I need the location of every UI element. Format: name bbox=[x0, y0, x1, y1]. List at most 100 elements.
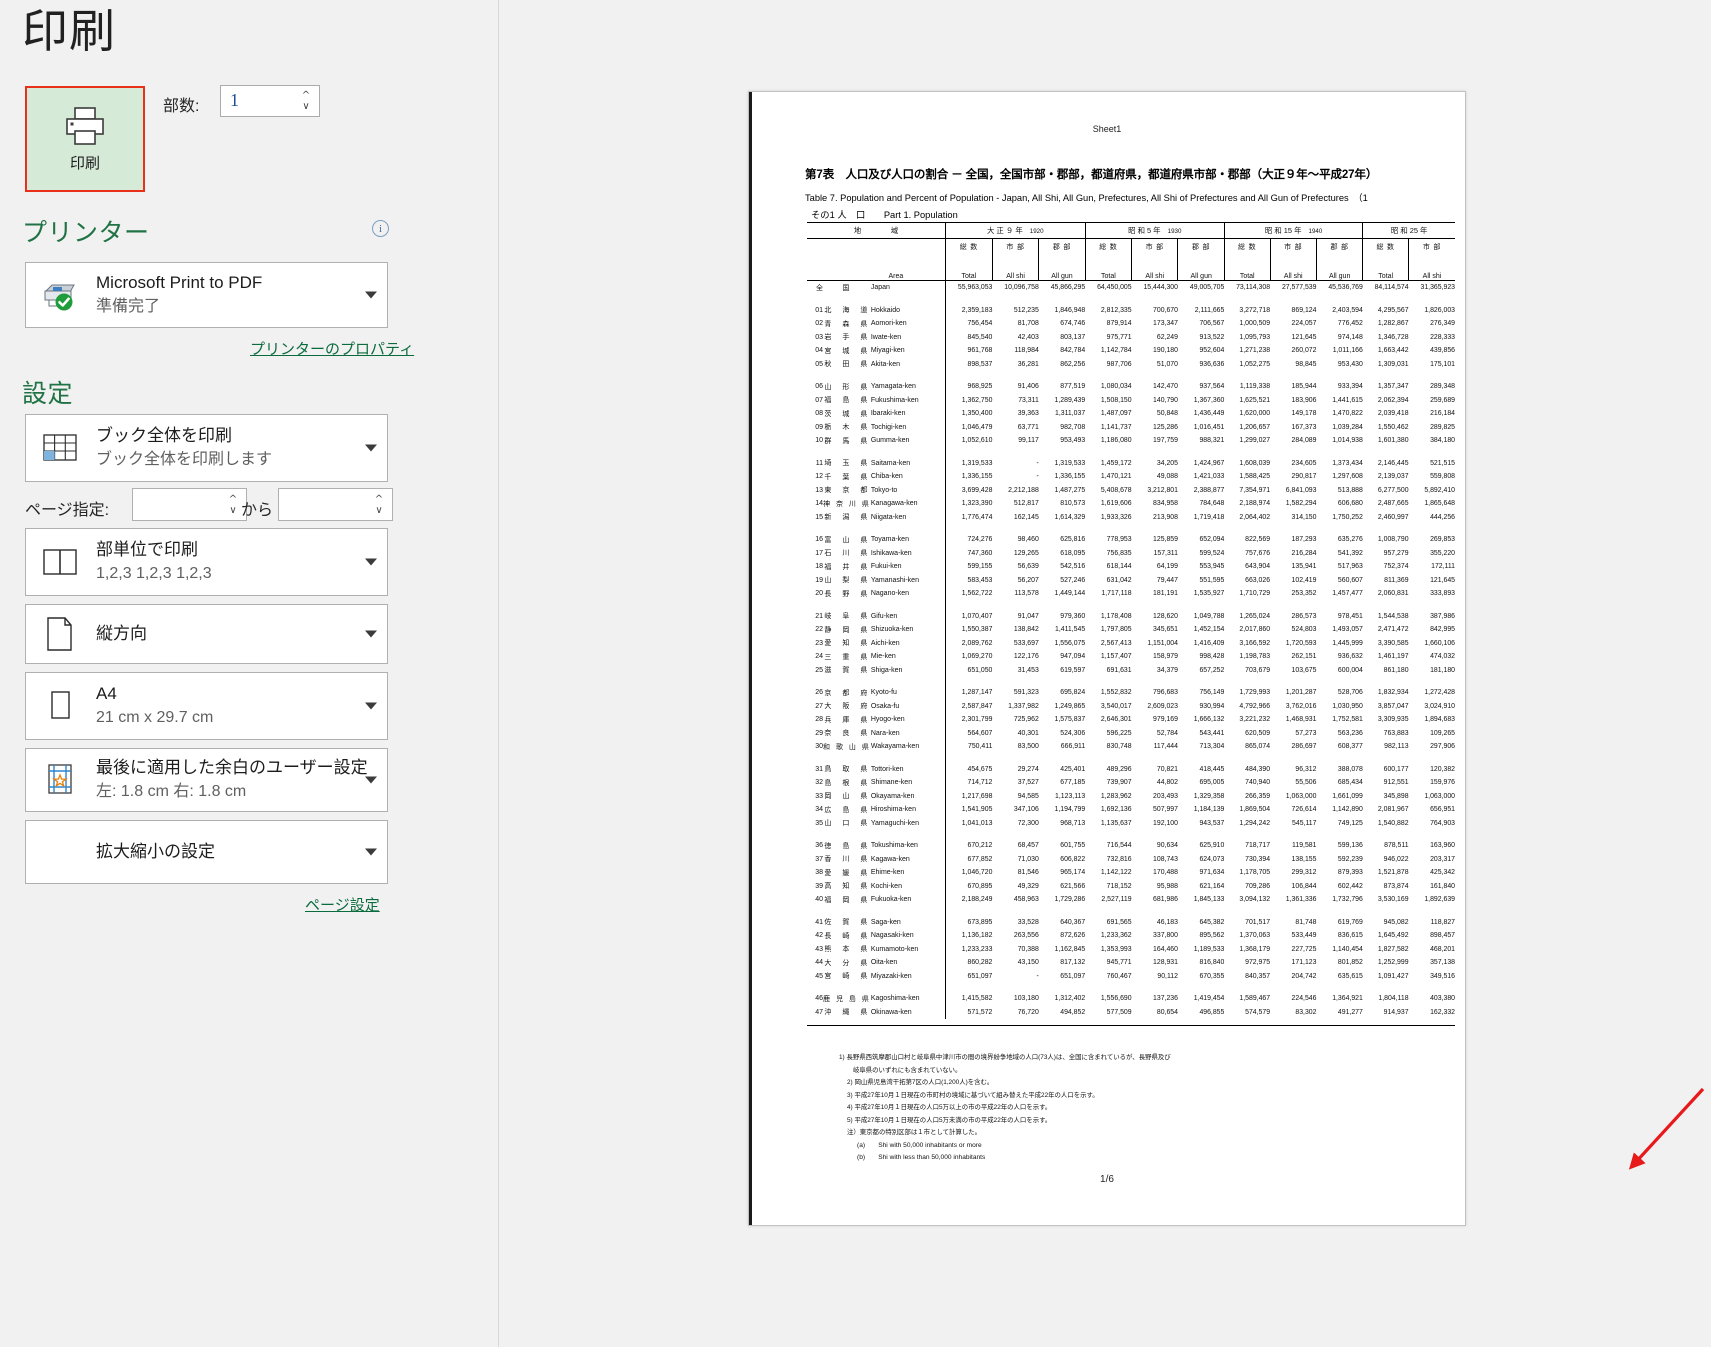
copies-decrement-icon[interactable]: ∨ bbox=[302, 101, 309, 112]
collate-select[interactable]: 部単位で印刷 1,2,3 1,2,3 1,2,3 bbox=[25, 528, 388, 596]
table-header-year-row: 地 域 大 正 ９ 年 1920 昭 和 5 年 1930 昭 和 15 年 1… bbox=[807, 222, 1455, 239]
row-value: 121,645 bbox=[1291, 333, 1317, 341]
row-value: 3,221,232 bbox=[1239, 716, 1271, 724]
table-row: 23 愛 知 県 Aichi-ken 2,089,762 533,697 1,556,07… bbox=[807, 636, 1455, 650]
page-range-from-input[interactable]: ^ ∨ bbox=[132, 488, 247, 521]
row-value: 764,903 bbox=[1430, 819, 1455, 827]
row-value: 656,951 bbox=[1430, 806, 1455, 814]
sub-jp-3-1: 市 部 bbox=[1408, 238, 1455, 254]
row-value: 197,759 bbox=[1153, 437, 1178, 445]
row-value: 695,005 bbox=[1199, 779, 1225, 787]
page-range-to-input[interactable]: ^ ∨ bbox=[278, 488, 393, 521]
row-value: 1,140,454 bbox=[1332, 945, 1363, 953]
row-value: 337,800 bbox=[1153, 932, 1178, 940]
margins-dropdown-arrow-icon[interactable] bbox=[365, 776, 377, 784]
row-value: 52,784 bbox=[1156, 729, 1178, 737]
row-value: 3,857,047 bbox=[1377, 702, 1409, 710]
row-value: 1,804,118 bbox=[1378, 995, 1409, 1003]
row-value: 234,605 bbox=[1291, 459, 1317, 467]
print-what-select[interactable]: ブック全体を印刷 ブック全体を印刷します bbox=[25, 414, 388, 482]
paper-size-select[interactable]: A4 21 cm x 29.7 cm bbox=[25, 672, 388, 740]
row-value: 533,449 bbox=[1291, 932, 1317, 940]
sub-en-0-0: Total bbox=[944, 254, 993, 281]
row-value: 560,607 bbox=[1337, 576, 1363, 584]
row-code: 42 bbox=[815, 932, 823, 940]
row-value: 98,460 bbox=[1017, 536, 1039, 544]
range-from-decrement-icon[interactable]: ∨ bbox=[229, 505, 236, 516]
row-value: 936,636 bbox=[1199, 360, 1225, 368]
paper-size-dropdown-arrow-icon[interactable] bbox=[365, 702, 377, 710]
row-value: 625,816 bbox=[1060, 536, 1086, 544]
row-value: 68,457 bbox=[1017, 842, 1039, 850]
print-button[interactable]: 印刷 bbox=[25, 86, 145, 192]
row-value: 1,720,593 bbox=[1285, 639, 1317, 647]
paper-size-value: A4 bbox=[96, 684, 117, 703]
row-value: 718,717 bbox=[1245, 842, 1271, 850]
row-value: 1,732,796 bbox=[1332, 896, 1363, 904]
row-value: 129,265 bbox=[1013, 549, 1039, 557]
row-value: 262,151 bbox=[1291, 653, 1317, 661]
row-area-en: Akita-ken bbox=[870, 360, 901, 368]
copies-input[interactable]: 1 ^ ∨ bbox=[220, 85, 320, 117]
preview-page[interactable]: Sheet1 第7表 人口及び人口の割合 － 全国，全国市部・郡部，都道府県，都… bbox=[748, 91, 1466, 1226]
row-area-jp: 富 山 県 bbox=[824, 536, 870, 544]
row-value: 879,393 bbox=[1337, 869, 1363, 877]
collate-dropdown-arrow-icon[interactable] bbox=[365, 558, 377, 566]
row-code: 34 bbox=[815, 806, 823, 814]
row-value: 1,319,533 bbox=[1054, 459, 1086, 467]
page-range-to-label: から bbox=[241, 502, 274, 519]
row-value: 845,540 bbox=[944, 330, 993, 344]
row-value: 46,183 bbox=[1156, 918, 1178, 926]
printer-select[interactable]: Microsoft Print to PDF 準備完了 bbox=[25, 262, 388, 328]
row-value: - bbox=[1036, 459, 1039, 467]
row-area-jp: 三 重 県 bbox=[824, 653, 870, 661]
page-range-from-stepper[interactable]: ^ ∨ bbox=[224, 489, 242, 520]
row-value: 1,046,479 bbox=[944, 420, 993, 434]
printer-dropdown-arrow-icon[interactable] bbox=[365, 291, 377, 299]
row-value: 836,615 bbox=[1337, 932, 1363, 940]
row-value: 345,651 bbox=[1153, 626, 1178, 634]
page-range-to-stepper[interactable]: ^ ∨ bbox=[370, 489, 388, 520]
scaling-select[interactable]: 拡大縮小の設定 bbox=[25, 820, 388, 884]
table-row-spacer bbox=[807, 906, 1455, 916]
margins-select[interactable]: 最後に適用した余白のユーザー設定 左: 1.8 cm 右: 1.8 cm bbox=[25, 748, 388, 812]
row-value: 2,471,472 bbox=[1377, 626, 1409, 634]
row-value: 161,840 bbox=[1430, 882, 1455, 890]
row-value: 64,199 bbox=[1156, 563, 1178, 571]
row-value: 140,790 bbox=[1153, 396, 1178, 404]
row-code: 43 bbox=[815, 945, 823, 953]
row-value: 81,546 bbox=[1017, 869, 1039, 877]
row-value: 263,556 bbox=[1013, 932, 1039, 940]
print-what-dropdown-arrow-icon[interactable] bbox=[365, 444, 377, 452]
table-header: 地 域 大 正 ９ 年 1920 昭 和 5 年 1930 昭 和 15 年 1… bbox=[807, 222, 1455, 281]
row-value: 31,453 bbox=[1017, 666, 1039, 674]
scaling-dropdown-arrow-icon[interactable] bbox=[365, 848, 377, 856]
row-value: 666,911 bbox=[1060, 743, 1086, 751]
range-from-increment-icon[interactable]: ^ bbox=[229, 494, 237, 505]
row-area-jp: 長 野 県 bbox=[824, 590, 870, 598]
row-value: 796,683 bbox=[1153, 689, 1178, 697]
row-value: 171,123 bbox=[1291, 959, 1317, 967]
copies-increment-icon[interactable]: ^ bbox=[302, 90, 310, 101]
row-area-jp: 埼 玉 県 bbox=[824, 460, 870, 468]
range-to-decrement-icon[interactable]: ∨ bbox=[375, 505, 382, 516]
copies-stepper[interactable]: ^ ∨ bbox=[297, 86, 315, 116]
page-setup-link[interactable]: ページ設定 bbox=[305, 894, 380, 915]
row-value: 1,353,993 bbox=[1100, 945, 1132, 953]
orientation-select[interactable]: 縦方向 bbox=[25, 604, 388, 664]
row-area-jp: 福 島 県 bbox=[824, 397, 870, 405]
printer-properties-link[interactable]: プリンターのプロパティ bbox=[250, 338, 414, 359]
range-to-increment-icon[interactable]: ^ bbox=[375, 494, 383, 505]
row-value: 1,063,000 bbox=[1424, 792, 1455, 800]
info-icon[interactable]: i bbox=[372, 220, 389, 237]
row-value: 739,907 bbox=[1106, 779, 1132, 787]
row-value: 527,246 bbox=[1060, 576, 1086, 584]
row-area-en: Miyagi-ken bbox=[870, 347, 905, 355]
footnote-line: (b) Shi with less than 50,000 inhabitant… bbox=[857, 1154, 986, 1161]
orientation-dropdown-arrow-icon[interactable] bbox=[365, 630, 377, 638]
row-value: 2,188,249 bbox=[944, 893, 993, 907]
row-code: 21 bbox=[815, 612, 823, 620]
row-value: 491,277 bbox=[1337, 1008, 1363, 1016]
row-value: 113,578 bbox=[1014, 590, 1039, 598]
row-value: 1,582,294 bbox=[1285, 500, 1317, 508]
